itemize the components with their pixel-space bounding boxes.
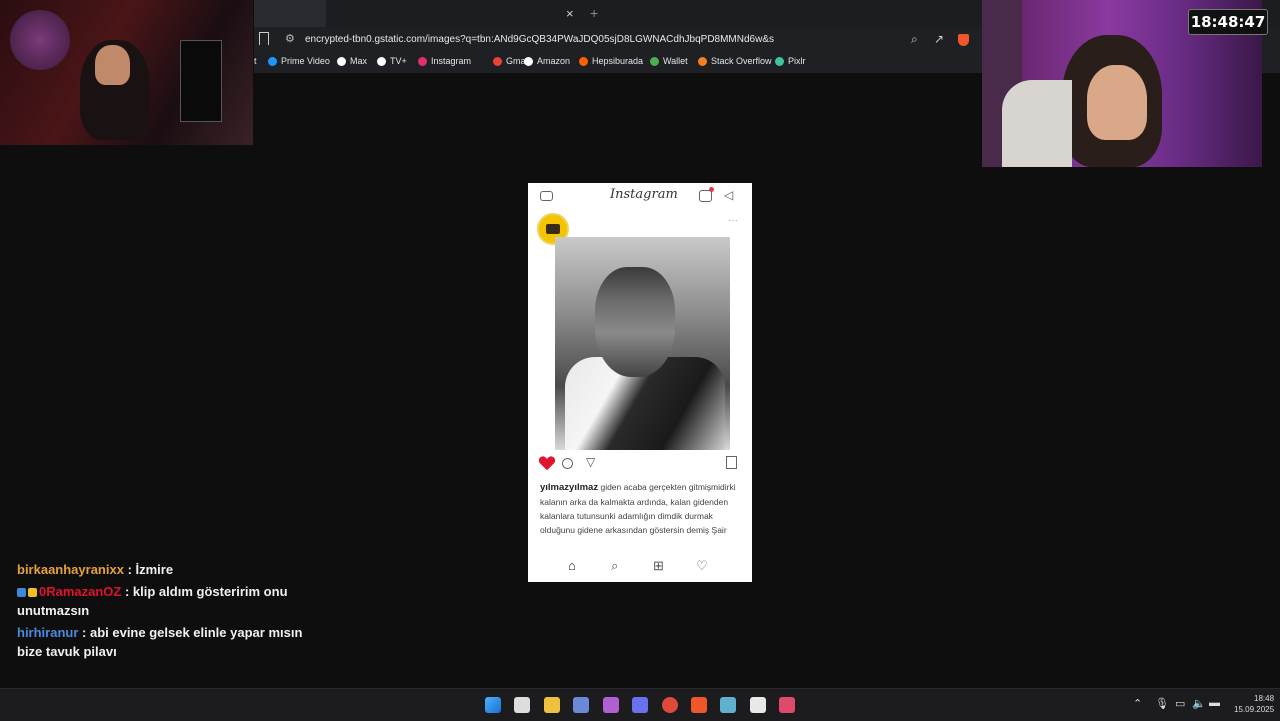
add-post-icon: ⊞ <box>653 558 664 573</box>
new-tab-icon[interactable]: + <box>590 5 598 21</box>
bookmark-pixlr[interactable]: Pixlr <box>775 56 806 66</box>
chat-message: hirhiranur : abi evine gelsek elinle yap… <box>17 623 307 662</box>
store-icon[interactable] <box>573 697 589 713</box>
chat-message: 0RamazanOZ : klip aldım gösteririm onu u… <box>17 582 307 621</box>
network-icon[interactable]: ▭ <box>1175 697 1185 710</box>
bookmark-label: Stack Overflow <box>711 56 772 66</box>
prime-video-icon <box>268 56 277 66</box>
app-purple-icon[interactable] <box>603 697 619 713</box>
bookmark-label: t <box>254 56 257 66</box>
chat-badge-icon <box>17 587 26 597</box>
instagram-post-image: Instagram ◁ ··· ▽ yılmazyılmaz giden aca… <box>528 183 752 582</box>
zoom-icon[interactable]: ⌕ <box>911 32 918 47</box>
chrome-icon[interactable] <box>662 697 678 713</box>
bookmark-instagram[interactable]: Instagram <box>418 56 471 66</box>
volume-icon[interactable]: 🔈 <box>1192 697 1206 710</box>
shirt <box>1002 80 1072 167</box>
chat-text: : İzmire <box>123 562 174 577</box>
bottom-nav: ⌂ ⌕ ⊞ ♡ <box>528 556 752 578</box>
tv-plus-icon <box>377 56 386 66</box>
bookmark-label: Wallet <box>663 56 688 66</box>
hepsiburada-icon <box>579 56 588 66</box>
obs-icon[interactable] <box>750 697 766 713</box>
bookmark-label: Max <box>350 56 368 66</box>
taskbar: ⌃ 🎙 ▭ 🔈 ▬ 18:48 15.09.2025 <box>0 688 1280 721</box>
direct-message-icon: ◁ <box>724 188 734 202</box>
wallet-icon <box>650 56 659 66</box>
url-text[interactable]: encrypted-tbn0.gstatic.com/images?q=tbn:… <box>305 34 774 45</box>
share-icon[interactable]: ↗ <box>934 32 944 46</box>
streamer-webcam-left <box>0 0 253 145</box>
microphone-icon[interactable]: 🎙 <box>1155 697 1169 710</box>
save-icon <box>726 456 737 469</box>
taskbar-date: 15.09.2025 <box>1234 705 1275 714</box>
post-actions: ▽ <box>538 455 743 471</box>
gmail-icon <box>493 56 502 66</box>
stream-clock: 18:48:47 <box>1188 9 1268 35</box>
share-icon: ▽ <box>586 455 596 469</box>
channel-logo <box>10 10 70 70</box>
bookmark-max[interactable]: Max <box>337 56 367 66</box>
discord-icon[interactable] <box>632 697 648 713</box>
search-icon[interactable] <box>514 697 530 713</box>
bookmark-hepsiburada[interactable]: Hepsiburada <box>579 56 643 66</box>
battery-icon[interactable]: ▬ <box>1209 697 1220 709</box>
bookmark-amazon[interactable]: Amazon <box>524 56 570 66</box>
chat-overlay: birkaanhayranixx : İzmire 0RamazanOZ : kl… <box>17 560 307 664</box>
search-icon: ⌕ <box>611 558 619 573</box>
instagram-icon <box>418 56 427 66</box>
post-caption: yılmazyılmaz giden acaba gerçekten gitmi… <box>540 480 745 537</box>
bookmark-label: Hepsiburada <box>592 56 644 66</box>
pixlr-icon <box>775 56 784 66</box>
chat-username: birkaanhayranixx <box>17 562 124 577</box>
bookmark-label: Prime Video <box>281 56 330 66</box>
bookmark-label: Instagram <box>431 56 472 66</box>
comment-icon <box>562 458 573 469</box>
max-icon <box>337 56 346 66</box>
streamlabs-icon[interactable] <box>779 697 795 713</box>
chat-username: 0RamazanOZ <box>39 583 122 599</box>
bookmark-t[interactable]: t <box>254 56 257 66</box>
brave-shields-icon[interactable] <box>958 34 969 46</box>
amazon-icon <box>524 56 533 66</box>
face <box>1087 65 1147 140</box>
bookmark-page-icon[interactable] <box>259 32 269 45</box>
camera-icon <box>540 191 553 201</box>
bookmark-label: TV+ <box>390 56 407 66</box>
bookmark-tv[interactable]: TV+ <box>377 56 407 66</box>
face <box>95 45 130 85</box>
heart-icon <box>538 456 556 471</box>
home-icon: ⌂ <box>568 558 576 573</box>
close-tab-icon[interactable]: × <box>566 6 574 21</box>
taskbar-clock[interactable]: 18:48 15.09.2025 <box>1234 693 1274 715</box>
stackoverflow-icon <box>698 56 707 66</box>
bookmark-label: Amazon <box>537 56 571 66</box>
bookmark-prime-video[interactable]: Prime Video <box>268 56 330 66</box>
igtv-icon <box>699 187 714 202</box>
face <box>595 267 675 377</box>
chat-badge-icon <box>28 587 37 597</box>
taskbar-time: 18:48 <box>1254 694 1275 703</box>
settings-icon[interactable] <box>720 697 736 713</box>
file-explorer-icon[interactable] <box>544 697 560 713</box>
more-options-icon: ··· <box>728 215 738 226</box>
monitor <box>180 40 222 122</box>
bookmark-label: Pixlr <box>788 56 806 66</box>
bookmark-stack-overflow[interactable]: Stack Overflow <box>698 56 772 66</box>
browser-tab[interactable] <box>254 0 326 27</box>
activity-heart-icon: ♡ <box>696 558 708 573</box>
chat-username: hirhiranur <box>17 624 79 640</box>
windows-start-icon[interactable] <box>485 697 501 713</box>
tray-chevron-icon[interactable]: ⌃ <box>1133 697 1142 710</box>
brave-icon[interactable] <box>691 697 707 713</box>
instagram-logo: Instagram <box>610 187 678 202</box>
post-photo <box>555 237 730 450</box>
chat-message: birkaanhayranixx : İzmire <box>17 560 307 580</box>
site-info-icon[interactable]: ⚙ <box>285 32 295 45</box>
bookmark-wallet[interactable]: Wallet <box>650 56 688 66</box>
post-username: yılmazyılmaz <box>540 482 599 493</box>
